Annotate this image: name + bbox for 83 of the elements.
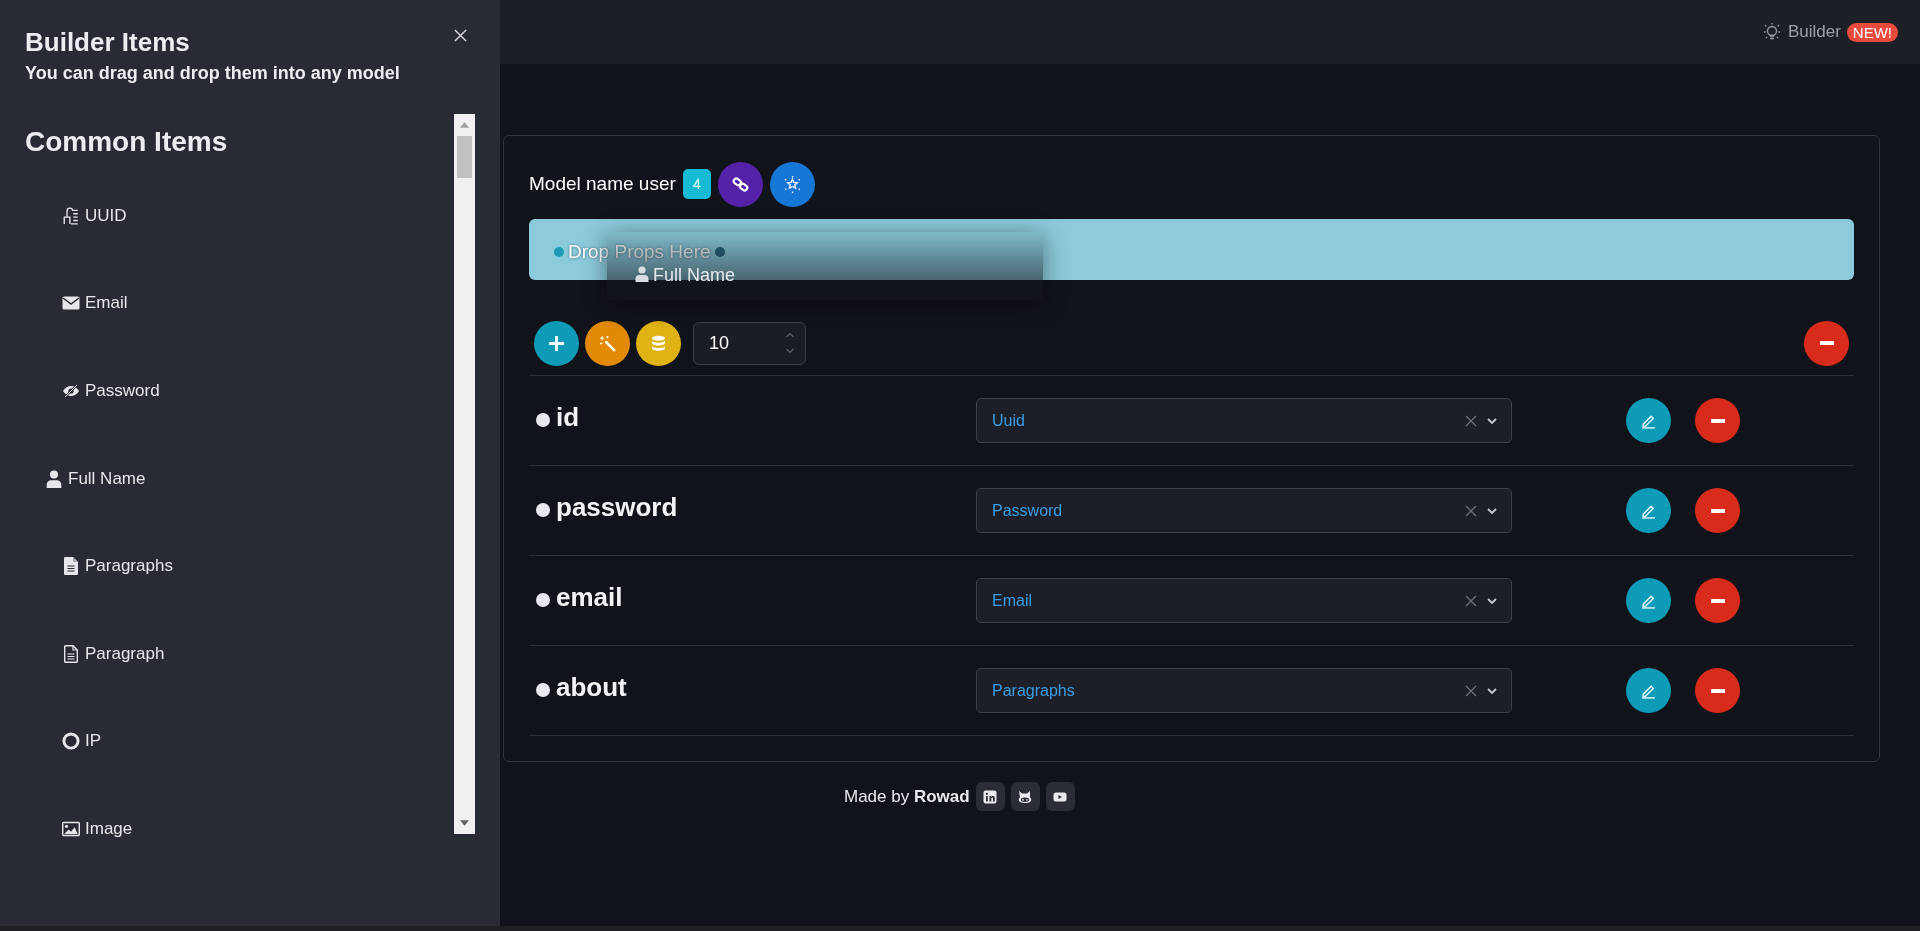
count-field[interactable]: 10 [693,321,806,365]
minus-icon [1710,598,1725,603]
edit-button[interactable] [1626,488,1671,533]
drop-hint: Drop Props Here [568,241,711,263]
ring-icon [62,732,80,751]
minus-icon [1710,418,1725,423]
close-icon[interactable] [454,29,467,42]
builder-item[interactable]: UUID [25,172,454,260]
minus-icon [1819,341,1834,345]
chevron-down-icon[interactable] [1487,417,1497,424]
eye-slash-icon [62,382,80,400]
type-select[interactable]: Uuid [976,398,1512,443]
chevron-down-icon[interactable] [1487,507,1497,514]
delete-button[interactable] [1695,488,1740,533]
dot-icon [714,247,725,257]
edit-button[interactable] [1626,398,1671,443]
dot-icon [536,593,550,607]
delete-button[interactable] [1695,668,1740,713]
count-badge: 4 [682,169,711,199]
scrollbar[interactable] [454,114,475,834]
dot-icon [536,413,550,427]
type-select[interactable]: Paragraphs [976,668,1512,713]
new-badge: NEW! [1846,22,1898,42]
person-icon [635,266,649,282]
edit-button[interactable] [1626,578,1671,623]
link-icon [731,175,749,193]
sparkle-icon [783,175,801,193]
field-name: about [556,672,627,703]
cat-face-icon [1018,789,1033,804]
field-name: id [556,402,580,433]
type-select[interactable]: Email [976,578,1512,623]
builder-item[interactable]: Paragraphs [25,522,454,610]
builder-item[interactable]: Paragraph [25,609,454,698]
social-link[interactable] [1010,782,1040,811]
database-button[interactable] [636,320,681,366]
effect-button[interactable] [769,161,815,207]
dot-icon [536,683,550,697]
minus-icon [1710,508,1725,513]
panel-title: Builder Items [25,26,191,58]
add-button[interactable] [534,320,579,366]
chevron-down-icon[interactable] [1487,597,1497,604]
clear-icon[interactable] [1465,594,1477,607]
builder-link[interactable]: Builder [1787,22,1841,42]
field-name: password [556,492,678,523]
clear-icon[interactable] [1465,684,1477,697]
section-heading: Common Items [25,125,229,159]
relation-button[interactable] [717,161,763,207]
dot-icon [554,247,564,257]
chevron-down-icon[interactable] [1487,687,1497,694]
field-name: email [556,582,623,613]
panel-subtitle: You can drag and drop them into any model [25,62,400,85]
caret-down-icon[interactable] [460,820,469,826]
delete-button[interactable] [1695,578,1740,623]
plus-icon [548,334,565,352]
delete-button[interactable] [1695,398,1740,443]
remove-model-button[interactable] [1804,320,1849,366]
envelope-icon [62,294,80,313]
model-name: Model name user [529,173,676,195]
builder-item[interactable]: Password [25,347,454,435]
magic-button[interactable] [585,320,630,366]
credit-text: Made by Rowad [844,786,970,807]
database-icon [650,334,667,352]
type-select[interactable]: Password [976,488,1512,533]
magic-wand-icon [599,334,616,352]
builder-item[interactable]: Email [25,259,454,348]
builder-item[interactable]: Image [25,785,454,873]
edit-button[interactable] [1626,668,1671,713]
profile-card-icon [983,789,998,804]
image-icon [62,819,80,838]
document-icon [62,557,80,576]
lightbulb-icon [1761,22,1782,42]
document-outline-icon [62,644,80,663]
social-link[interactable] [1045,782,1075,811]
dot-icon [536,503,550,517]
scrollbar-thumb[interactable] [457,136,472,178]
clear-icon[interactable] [1465,414,1477,427]
minus-icon [1710,688,1725,693]
builder-item[interactable]: IP [25,697,454,786]
social-link[interactable] [975,782,1005,811]
badge-list-icon [62,206,80,225]
clear-icon[interactable] [1465,504,1477,517]
person-icon [45,469,63,488]
builder-item[interactable]: Full Name [25,434,454,523]
